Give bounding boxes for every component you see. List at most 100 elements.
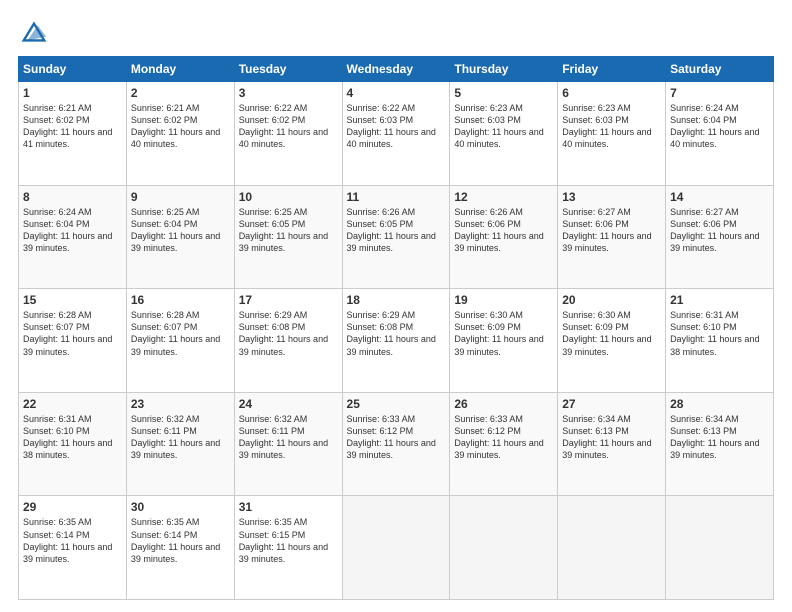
calendar-cell: 26 Sunrise: 6:33 AMSunset: 6:12 PMDayligh…	[450, 392, 558, 496]
calendar-cell: 2 Sunrise: 6:21 AMSunset: 6:02 PMDaylight…	[126, 82, 234, 186]
cell-details: Sunrise: 6:30 AMSunset: 6:09 PMDaylight:…	[454, 310, 543, 356]
calendar-cell	[450, 496, 558, 600]
day-number: 21	[670, 293, 769, 307]
cell-details: Sunrise: 6:26 AMSunset: 6:05 PMDaylight:…	[347, 207, 436, 253]
calendar-header-cell: Tuesday	[234, 57, 342, 82]
calendar-header-cell: Wednesday	[342, 57, 450, 82]
day-number: 30	[131, 500, 230, 514]
calendar-cell: 9 Sunrise: 6:25 AMSunset: 6:04 PMDaylight…	[126, 185, 234, 289]
calendar-week-row: 1 Sunrise: 6:21 AMSunset: 6:02 PMDaylight…	[19, 82, 774, 186]
header	[18, 18, 774, 46]
cell-details: Sunrise: 6:29 AMSunset: 6:08 PMDaylight:…	[347, 310, 436, 356]
day-number: 2	[131, 86, 230, 100]
calendar-cell: 29 Sunrise: 6:35 AMSunset: 6:14 PMDayligh…	[19, 496, 127, 600]
cell-details: Sunrise: 6:24 AMSunset: 6:04 PMDaylight:…	[670, 103, 759, 149]
calendar-cell: 17 Sunrise: 6:29 AMSunset: 6:08 PMDayligh…	[234, 289, 342, 393]
cell-details: Sunrise: 6:31 AMSunset: 6:10 PMDaylight:…	[23, 414, 112, 460]
day-number: 9	[131, 190, 230, 204]
day-number: 10	[239, 190, 338, 204]
day-number: 7	[670, 86, 769, 100]
calendar-body: 1 Sunrise: 6:21 AMSunset: 6:02 PMDaylight…	[19, 82, 774, 600]
calendar-cell: 8Sunrise: 6:24 AMSunset: 6:04 PMDaylight…	[19, 185, 127, 289]
cell-details: Sunrise: 6:33 AMSunset: 6:12 PMDaylight:…	[454, 414, 543, 460]
day-number: 3	[239, 86, 338, 100]
calendar-cell: 3 Sunrise: 6:22 AMSunset: 6:02 PMDaylight…	[234, 82, 342, 186]
day-number: 29	[23, 500, 122, 514]
calendar-cell: 5Sunrise: 6:23 AMSunset: 6:03 PMDaylight…	[450, 82, 558, 186]
day-number: 14	[670, 190, 769, 204]
day-number: 23	[131, 397, 230, 411]
calendar-week-row: 8Sunrise: 6:24 AMSunset: 6:04 PMDaylight…	[19, 185, 774, 289]
cell-details: Sunrise: 6:27 AMSunset: 6:06 PMDaylight:…	[562, 207, 651, 253]
calendar-cell: 20 Sunrise: 6:30 AMSunset: 6:09 PMDayligh…	[558, 289, 666, 393]
calendar-cell: 27Sunrise: 6:34 AMSunset: 6:13 PMDayligh…	[558, 392, 666, 496]
calendar-cell: 4Sunrise: 6:22 AMSunset: 6:03 PMDaylight…	[342, 82, 450, 186]
day-number: 27	[562, 397, 661, 411]
calendar-header-cell: Sunday	[19, 57, 127, 82]
day-number: 20	[562, 293, 661, 307]
day-number: 17	[239, 293, 338, 307]
calendar-cell: 12 Sunrise: 6:26 AMSunset: 6:06 PMDayligh…	[450, 185, 558, 289]
logo-icon	[20, 18, 48, 46]
day-number: 12	[454, 190, 553, 204]
cell-details: Sunrise: 6:26 AMSunset: 6:06 PMDaylight:…	[454, 207, 543, 253]
day-number: 22	[23, 397, 122, 411]
day-number: 18	[347, 293, 446, 307]
calendar-cell: 24 Sunrise: 6:32 AMSunset: 6:11 PMDayligh…	[234, 392, 342, 496]
day-number: 16	[131, 293, 230, 307]
cell-details: Sunrise: 6:29 AMSunset: 6:08 PMDaylight:…	[239, 310, 328, 356]
cell-details: Sunrise: 6:35 AMSunset: 6:14 PMDaylight:…	[131, 517, 220, 563]
calendar-cell: 13 Sunrise: 6:27 AMSunset: 6:06 PMDayligh…	[558, 185, 666, 289]
calendar-cell	[666, 496, 774, 600]
calendar-cell: 22 Sunrise: 6:31 AMSunset: 6:10 PMDayligh…	[19, 392, 127, 496]
cell-details: Sunrise: 6:24 AMSunset: 6:04 PMDaylight:…	[23, 207, 112, 253]
calendar-week-row: 15Sunrise: 6:28 AMSunset: 6:07 PMDayligh…	[19, 289, 774, 393]
calendar-cell: 16 Sunrise: 6:28 AMSunset: 6:07 PMDayligh…	[126, 289, 234, 393]
calendar-cell: 19 Sunrise: 6:30 AMSunset: 6:09 PMDayligh…	[450, 289, 558, 393]
cell-details: Sunrise: 6:30 AMSunset: 6:09 PMDaylight:…	[562, 310, 651, 356]
calendar-header-row: SundayMondayTuesdayWednesdayThursdayFrid…	[19, 57, 774, 82]
calendar-cell: 14 Sunrise: 6:27 AMSunset: 6:06 PMDayligh…	[666, 185, 774, 289]
day-number: 24	[239, 397, 338, 411]
calendar-week-row: 22 Sunrise: 6:31 AMSunset: 6:10 PMDayligh…	[19, 392, 774, 496]
day-number: 19	[454, 293, 553, 307]
calendar-cell: 30 Sunrise: 6:35 AMSunset: 6:14 PMDayligh…	[126, 496, 234, 600]
cell-details: Sunrise: 6:32 AMSunset: 6:11 PMDaylight:…	[239, 414, 328, 460]
logo	[18, 18, 48, 46]
calendar-cell: 21Sunrise: 6:31 AMSunset: 6:10 PMDayligh…	[666, 289, 774, 393]
calendar-table: SundayMondayTuesdayWednesdayThursdayFrid…	[18, 56, 774, 600]
day-number: 6	[562, 86, 661, 100]
day-number: 25	[347, 397, 446, 411]
cell-details: Sunrise: 6:35 AMSunset: 6:15 PMDaylight:…	[239, 517, 328, 563]
day-number: 1	[23, 86, 122, 100]
cell-details: Sunrise: 6:25 AMSunset: 6:05 PMDaylight:…	[239, 207, 328, 253]
cell-details: Sunrise: 6:28 AMSunset: 6:07 PMDaylight:…	[131, 310, 220, 356]
cell-details: Sunrise: 6:35 AMSunset: 6:14 PMDaylight:…	[23, 517, 112, 563]
calendar-cell: 6Sunrise: 6:23 AMSunset: 6:03 PMDaylight…	[558, 82, 666, 186]
cell-details: Sunrise: 6:21 AMSunset: 6:02 PMDaylight:…	[131, 103, 220, 149]
cell-details: Sunrise: 6:33 AMSunset: 6:12 PMDaylight:…	[347, 414, 436, 460]
calendar-cell: 15Sunrise: 6:28 AMSunset: 6:07 PMDayligh…	[19, 289, 127, 393]
calendar-cell: 7 Sunrise: 6:24 AMSunset: 6:04 PMDaylight…	[666, 82, 774, 186]
cell-details: Sunrise: 6:25 AMSunset: 6:04 PMDaylight:…	[131, 207, 220, 253]
day-number: 4	[347, 86, 446, 100]
calendar-header-cell: Friday	[558, 57, 666, 82]
calendar-cell	[558, 496, 666, 600]
day-number: 31	[239, 500, 338, 514]
calendar-cell: 11 Sunrise: 6:26 AMSunset: 6:05 PMDayligh…	[342, 185, 450, 289]
calendar-cell: 18 Sunrise: 6:29 AMSunset: 6:08 PMDayligh…	[342, 289, 450, 393]
cell-details: Sunrise: 6:21 AMSunset: 6:02 PMDaylight:…	[23, 103, 112, 149]
calendar-cell: 10 Sunrise: 6:25 AMSunset: 6:05 PMDayligh…	[234, 185, 342, 289]
calendar-cell: 25 Sunrise: 6:33 AMSunset: 6:12 PMDayligh…	[342, 392, 450, 496]
calendar-header-cell: Thursday	[450, 57, 558, 82]
day-number: 26	[454, 397, 553, 411]
day-number: 13	[562, 190, 661, 204]
calendar-cell: 28Sunrise: 6:34 AMSunset: 6:13 PMDayligh…	[666, 392, 774, 496]
cell-details: Sunrise: 6:27 AMSunset: 6:06 PMDaylight:…	[670, 207, 759, 253]
page: SundayMondayTuesdayWednesdayThursdayFrid…	[0, 0, 792, 612]
cell-details: Sunrise: 6:22 AMSunset: 6:02 PMDaylight:…	[239, 103, 328, 149]
day-number: 11	[347, 190, 446, 204]
calendar-cell: 1 Sunrise: 6:21 AMSunset: 6:02 PMDaylight…	[19, 82, 127, 186]
calendar-cell	[342, 496, 450, 600]
calendar-cell: 23Sunrise: 6:32 AMSunset: 6:11 PMDayligh…	[126, 392, 234, 496]
